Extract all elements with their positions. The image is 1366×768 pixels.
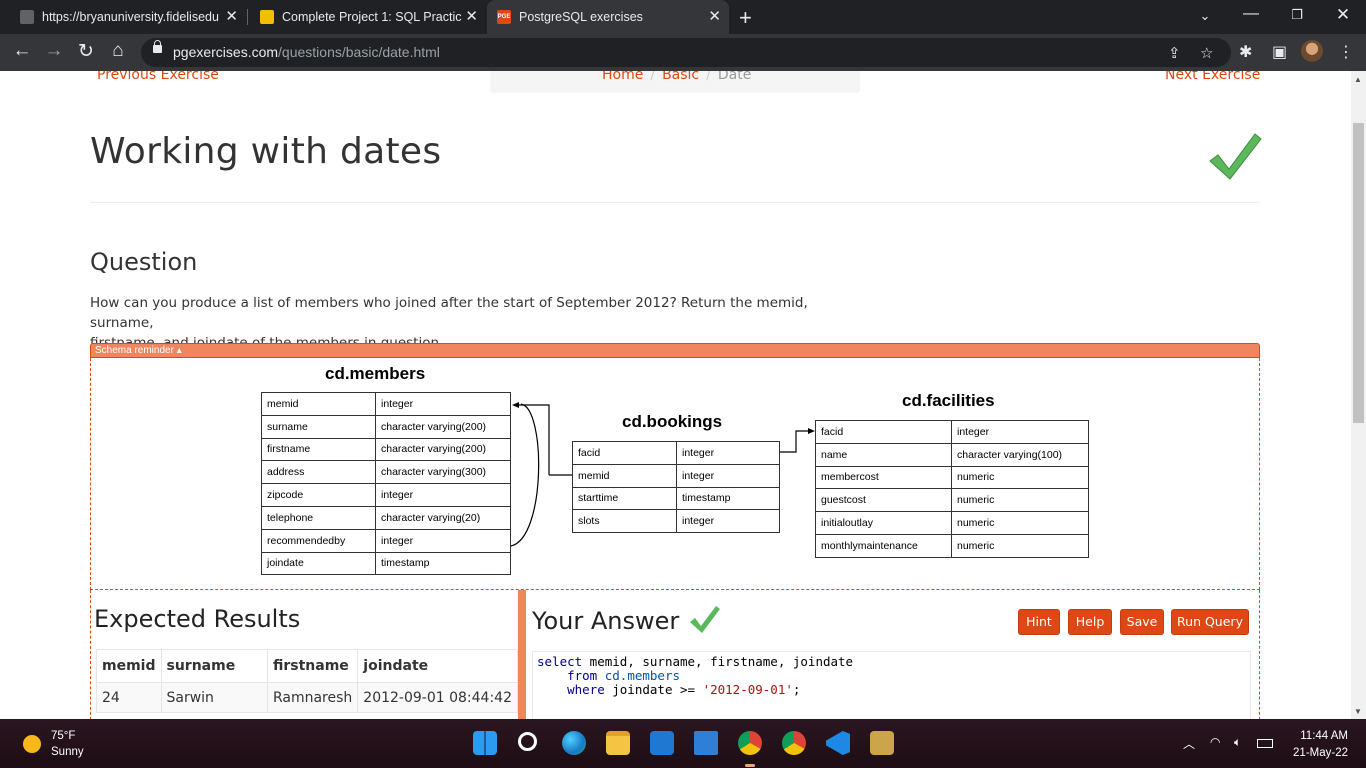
file-explorer-icon[interactable] [606,731,630,755]
next-exercise-link[interactable]: Next Exercise [1165,71,1260,83]
close-icon[interactable]: ✕ [225,9,238,25]
sql-editor[interactable]: select memid, surname, firstname, joinda… [532,651,1251,719]
battery-icon[interactable] [1257,739,1273,748]
start-windows-icon[interactable] [473,731,497,755]
mail-icon[interactable] [650,731,674,755]
expected-results-table: memid surname firstname joindate 24 Sarwin Ram… [96,649,518,713]
bookmark-star-icon[interactable]: ☆ [1200,44,1213,62]
volume-icon[interactable]: 🔈︎ [1234,735,1241,750]
table-cell: 2012-09-01 08:44:42 [357,682,518,713]
browser-tab-bar: https://bryanuniversity.fidelisedu ✕ Com… [0,0,1366,34]
edge-icon[interactable] [562,731,586,755]
url-text: pgexercises.com/questions/basic/date.htm… [173,44,440,60]
column-header: firstname [266,649,359,683]
tab-bryan-university[interactable]: https://bryanuniversity.fidelisedu ✕ [10,0,246,34]
breadcrumb-home[interactable]: Home [602,71,643,83]
show-hidden-icons-icon[interactable]: ︿ [1183,735,1195,752]
schema-reminder-toggle[interactable]: Schema reminder ▴ [90,343,1260,358]
help-button[interactable]: Help [1068,609,1112,635]
weather-sun-icon[interactable] [23,735,41,753]
chrome-icon[interactable] [782,731,806,755]
profile-avatar[interactable] [1301,40,1323,62]
page-content: Previous Exercise Home / Basic / Date Next E… [0,71,1351,719]
folder-arrow-icon[interactable] [870,731,894,755]
your-answer-heading: Your Answer [532,605,721,635]
column-header: surname [160,649,268,683]
schema-diagram: cd.members memid integer surname character … [90,358,1260,590]
answer-correct-check-icon [689,606,720,633]
breadcrumb-current: Date [717,71,752,83]
breadcrumb: Home / Basic / Date [490,71,860,93]
browser-toolbar: ← → ↻ ⌂ pgexercises.com/questions/basic/… [0,34,1366,71]
address-bar[interactable]: pgexercises.com/questions/basic/date.htm… [141,38,1231,67]
minimize-icon[interactable]: — [1236,5,1266,23]
share-icon[interactable]: ⇪ [1168,44,1181,62]
tab-title: Complete Project 1: SQL Practice [282,10,462,24]
vscode-icon[interactable] [826,731,850,755]
lock-icon [153,40,162,53]
search-icon[interactable] [518,732,537,751]
page-title: Working with dates [90,131,442,172]
breadcrumb-basic[interactable]: Basic [662,71,699,83]
close-icon[interactable]: ✕ [465,9,478,25]
menu-icon[interactable]: ⋮ [1338,42,1354,62]
window-close-icon[interactable]: ✕ [1328,5,1358,25]
extensions-icon[interactable]: ✱ [1239,42,1252,62]
windows-taskbar: 75°F Sunny ︿ ◠ 🔈︎ 11:44 AM 21-May-22 [0,719,1366,768]
tab-sql-practice[interactable]: Complete Project 1: SQL Practice ✕ [250,0,486,34]
tab-search-icon[interactable]: ⌄ [1190,8,1220,24]
store-icon[interactable] [694,731,718,755]
results-header-row: memid surname firstname joindate [96,649,518,683]
forward-icon[interactable]: → [42,40,66,62]
tab-title: PostgreSQL exercises [519,10,643,24]
wifi-icon[interactable]: ◠ [1210,735,1220,749]
back-icon[interactable]: ← [10,40,34,62]
expected-results-heading: Expected Results [94,605,301,633]
tab-title: https://bryanuniversity.fidelisedu [42,10,219,24]
code-line-3: where joindate >= '2012-09-01'; [537,682,801,697]
pge-favicon-icon: PGE [497,10,511,24]
completed-check-icon [1209,133,1262,180]
page-scrollbar[interactable]: ▲ ▼ [1351,71,1366,719]
table-row: 24 Sarwin Ramnaresh 2012-09-01 08:44:42 [96,682,518,713]
cloud-icon [20,10,34,24]
divider [90,202,1260,203]
reload-icon[interactable]: ↻ [74,40,98,63]
relationship-arrows [510,402,815,547]
previous-exercise-link[interactable]: Previous Exercise [97,71,219,83]
expected-results-pane: Expected Results memid surname firstname jo… [90,590,518,719]
close-icon[interactable]: ✕ [708,9,721,25]
side-panel-icon[interactable]: ▣ [1272,42,1287,62]
chrome-profile-icon[interactable] [738,731,762,755]
table-cell: Sarwin [160,682,268,713]
system-clock[interactable]: 11:44 AM 21-May-22 [1290,728,1348,762]
home-icon[interactable]: ⌂ [106,40,130,62]
tab-postgresql-exercises[interactable]: PGE PostgreSQL exercises ✕ [487,0,729,34]
code-line-2: from cd.members [537,668,681,683]
scroll-up-icon[interactable]: ▲ [1354,75,1362,84]
weather-condition[interactable]: Sunny [51,746,84,758]
active-app-indicator [745,764,755,767]
scrollbar-thumb[interactable] [1353,123,1364,423]
table-cell: Ramnaresh [266,682,359,713]
your-answer-pane: Your Answer Hint Help Save Run Query sel… [526,590,1260,719]
restore-icon[interactable]: ❐ [1282,7,1312,23]
column-header: joindate [357,649,518,683]
run-query-button[interactable]: Run Query [1171,609,1249,635]
document-icon [260,10,274,24]
weather-temperature[interactable]: 75°F [51,730,75,742]
pane-splitter[interactable] [518,590,526,719]
scroll-down-icon[interactable]: ▼ [1354,707,1362,716]
save-button[interactable]: Save [1120,609,1164,635]
code-line-1: select memid, surname, firstname, joinda… [537,654,854,669]
table-cell: 24 [96,682,162,713]
column-header: memid [96,649,162,683]
question-heading: Question [90,248,198,276]
hint-button[interactable]: Hint [1018,609,1060,635]
new-tab-button[interactable]: + [739,5,752,31]
